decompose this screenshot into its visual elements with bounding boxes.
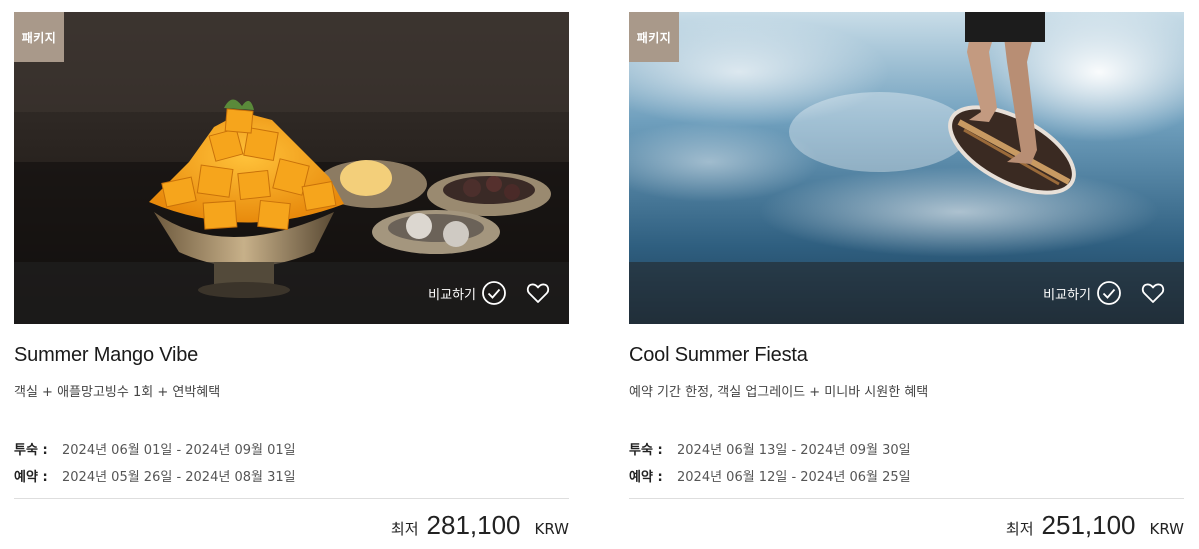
package-card-cool-summer-fiesta[interactable]: 패키지 비교하기 Cool Summer Fiesta 예약 기간 한정, 객실… bbox=[629, 12, 1184, 549]
price-prefix: 최저 bbox=[1005, 520, 1034, 538]
package-title[interactable]: Summer Mango Vibe bbox=[14, 344, 198, 367]
heart-icon bbox=[1140, 280, 1166, 306]
wishlist-button[interactable] bbox=[1140, 280, 1166, 306]
divider bbox=[629, 498, 1184, 499]
booking-label: 예약 : bbox=[14, 470, 48, 485]
stay-period: 투숙 : 2024년 06월 01일 - 2024년 09월 01일 bbox=[14, 439, 296, 458]
stay-label: 투숙 : bbox=[14, 443, 48, 458]
price-currency: KRW bbox=[534, 520, 569, 538]
heart-icon bbox=[525, 280, 551, 306]
divider bbox=[14, 498, 569, 499]
stay-period: 투숙 : 2024년 06월 13일 - 2024년 09월 30일 bbox=[629, 439, 911, 458]
booking-period: 예약 : 2024년 06월 12일 - 2024년 06월 25일 bbox=[629, 466, 911, 485]
compare-toggle[interactable]: 비교하기 bbox=[1043, 280, 1122, 306]
wishlist-button[interactable] bbox=[525, 280, 551, 306]
price-currency: KRW bbox=[1149, 520, 1184, 538]
package-card-summer-mango-vibe[interactable]: 패키지 비교하기 Summer Mango Vibe 객실 + 애플망고빙수 1… bbox=[14, 12, 569, 549]
booking-label: 예약 : bbox=[629, 470, 663, 485]
price-value: 251,100 bbox=[1041, 510, 1136, 540]
stay-dates: 2024년 06월 13일 - 2024년 09월 30일 bbox=[677, 443, 911, 458]
package-badge: 패키지 bbox=[14, 12, 64, 62]
booking-dates: 2024년 05월 26일 - 2024년 08월 31일 bbox=[62, 470, 296, 485]
booking-dates: 2024년 06월 12일 - 2024년 06월 25일 bbox=[677, 470, 911, 485]
price-value: 281,100 bbox=[426, 510, 521, 540]
compare-label: 비교하기 bbox=[428, 287, 476, 303]
compare-label: 비교하기 bbox=[1043, 287, 1091, 303]
package-title[interactable]: Cool Summer Fiesta bbox=[629, 344, 808, 367]
stay-label: 투숙 : bbox=[629, 443, 663, 458]
stay-dates: 2024년 06월 01일 - 2024년 09월 01일 bbox=[62, 443, 296, 458]
package-image[interactable]: 패키지 비교하기 bbox=[629, 12, 1184, 324]
compare-toggle[interactable]: 비교하기 bbox=[428, 280, 507, 306]
price-block: 최저 281,100 KRW bbox=[391, 510, 569, 541]
package-image[interactable]: 패키지 비교하기 bbox=[14, 12, 569, 324]
price-prefix: 최저 bbox=[390, 520, 419, 538]
check-circle-icon bbox=[481, 280, 507, 306]
package-subtitle: 예약 기간 한정, 객실 업그레이드 + 미니바 시원한 혜택 bbox=[629, 385, 929, 400]
booking-period: 예약 : 2024년 05월 26일 - 2024년 08월 31일 bbox=[14, 466, 296, 485]
price-block: 최저 251,100 KRW bbox=[1006, 510, 1184, 541]
package-subtitle: 객실 + 애플망고빙수 1회 + 연박혜택 bbox=[14, 385, 221, 400]
check-circle-icon bbox=[1096, 280, 1122, 306]
package-badge: 패키지 bbox=[629, 12, 679, 62]
